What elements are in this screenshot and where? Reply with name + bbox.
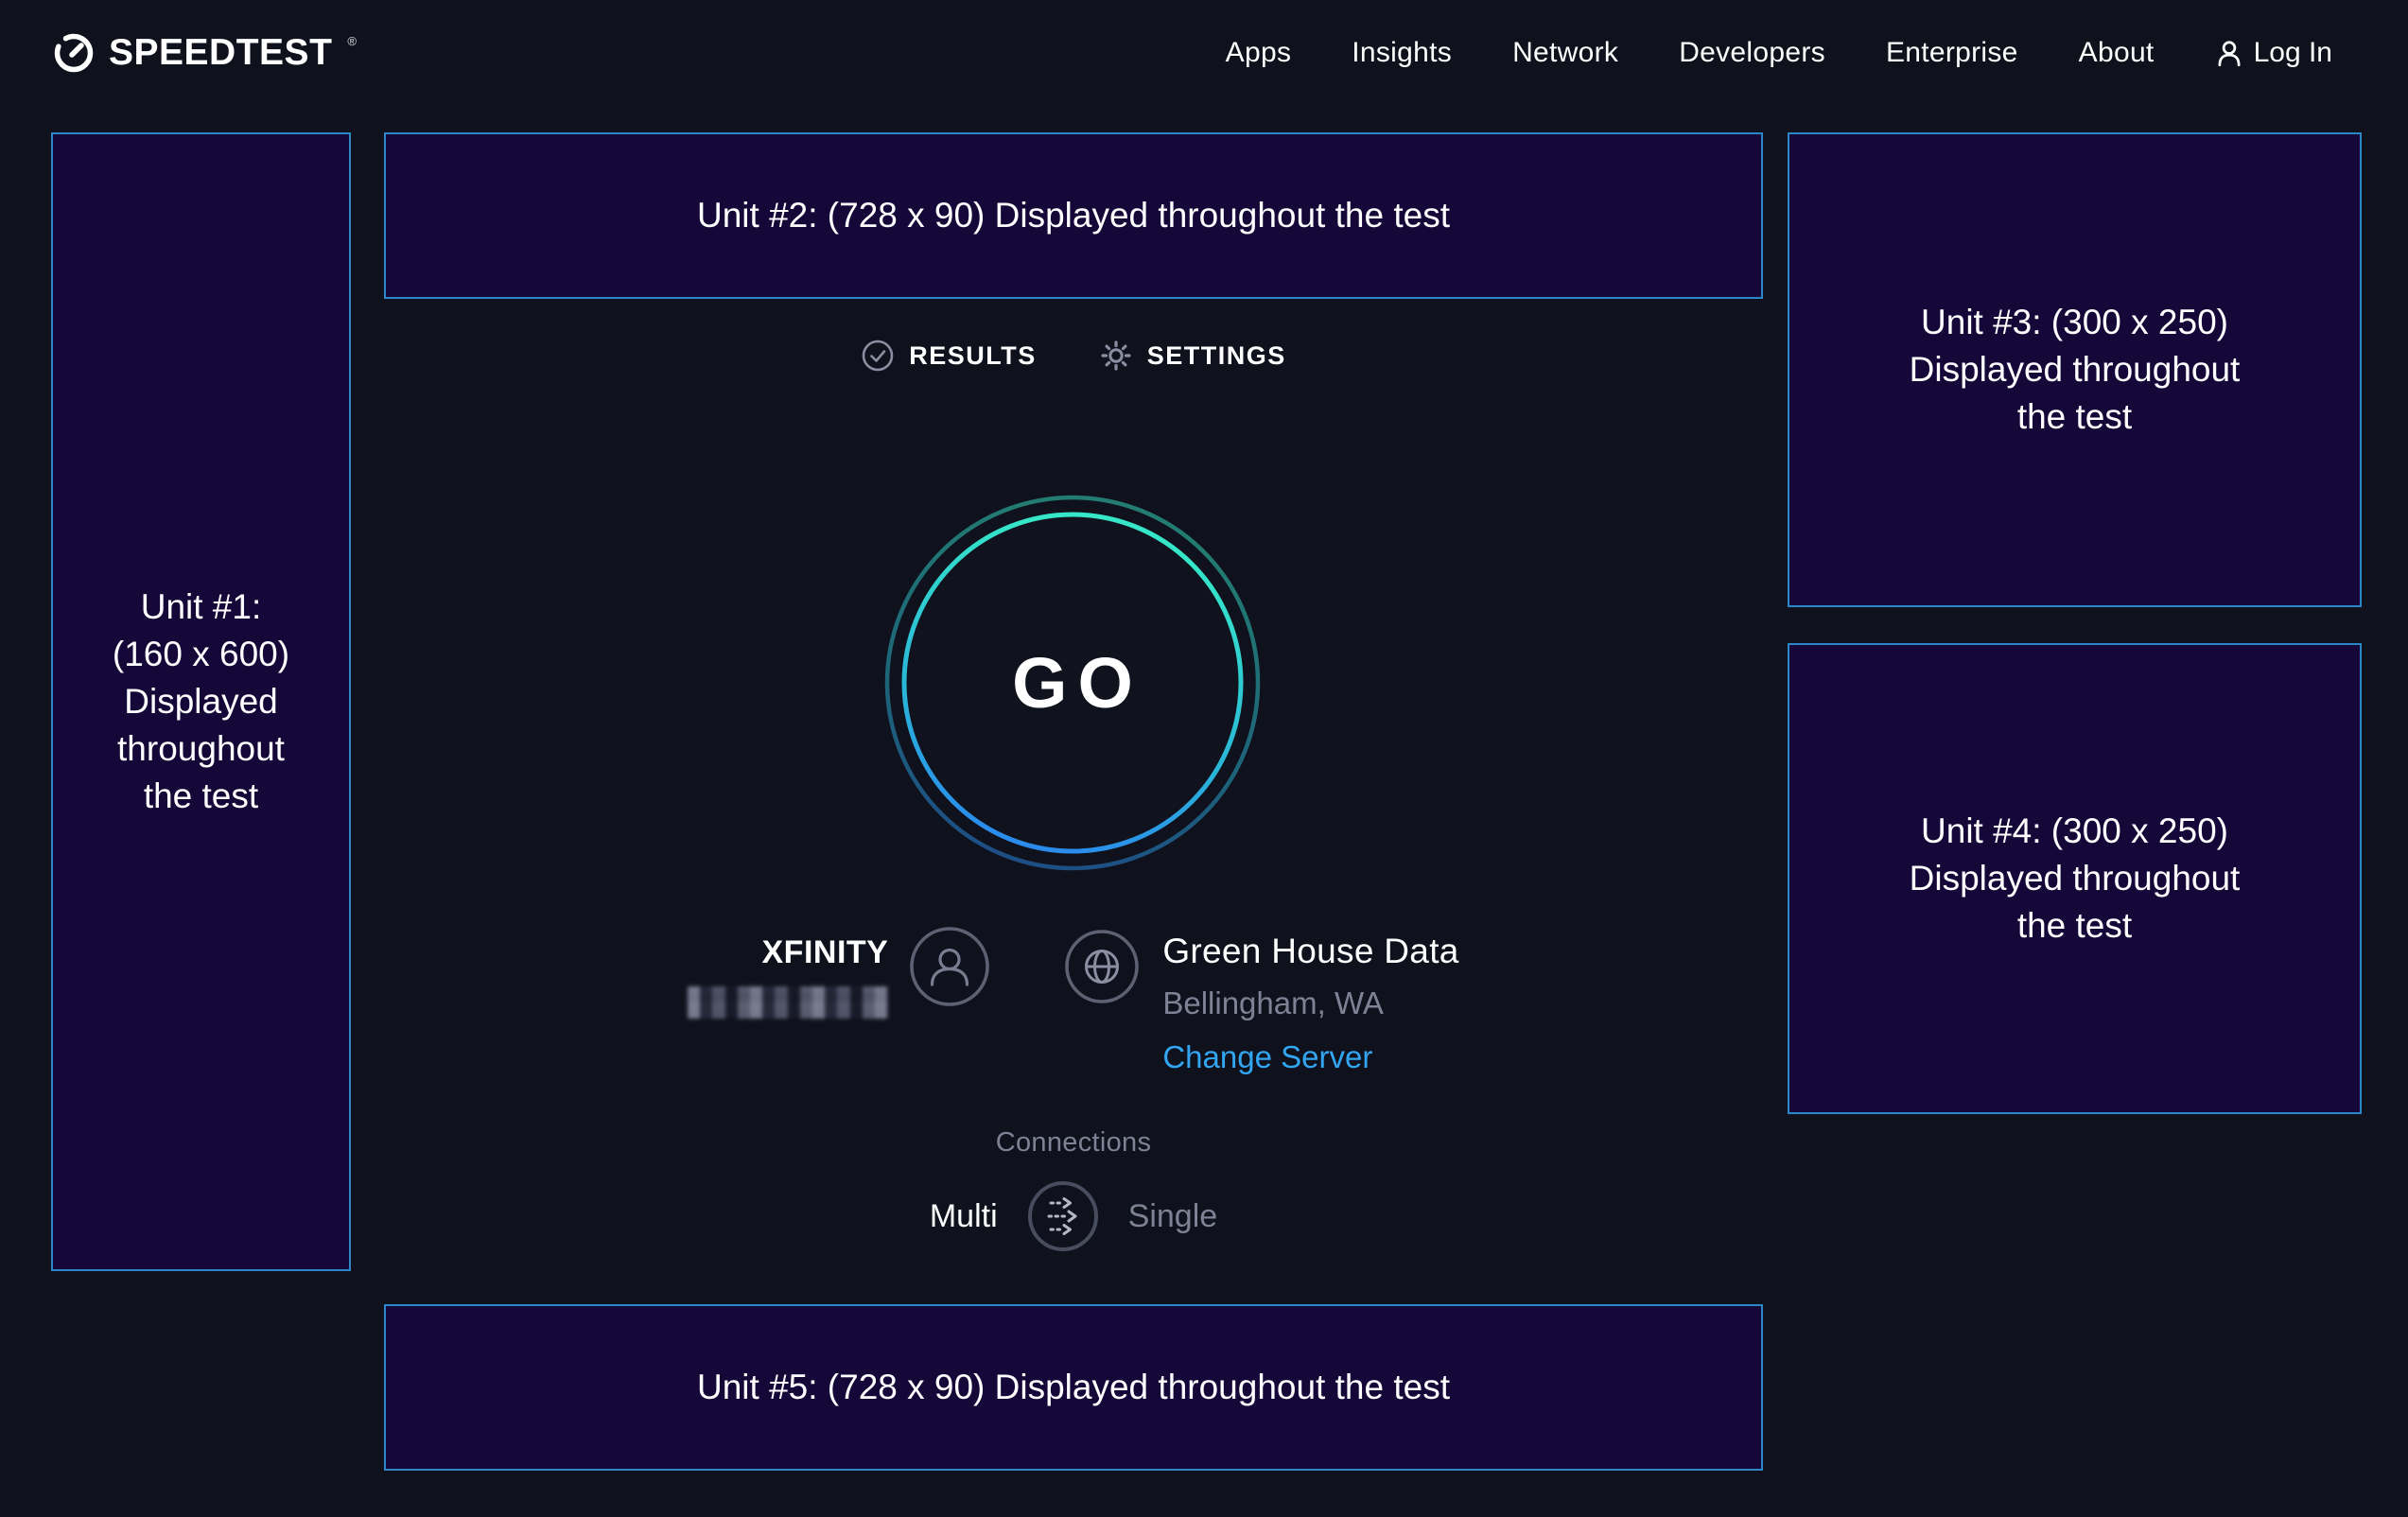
ip-address-redacted (688, 986, 888, 1019)
change-server-link[interactable]: Change Server (1162, 1039, 1458, 1075)
ad-line: Unit #4: (300 x 250) (1921, 808, 2228, 855)
login-label: Log In (2254, 37, 2332, 69)
ad-unit-2-leaderboard: Unit #2: (728 x 90) Displayed throughout… (384, 132, 1763, 299)
connections-row: Multi Single (384, 1179, 1763, 1253)
nav-item-enterprise[interactable]: Enterprise (1886, 37, 2018, 69)
user-icon (2215, 38, 2243, 68)
navbar: SPEEDTEST ® Apps Insights Network Develo… (0, 0, 2408, 106)
tab-settings[interactable]: SETTINGS (1099, 339, 1286, 373)
tab-settings-label: SETTINGS (1147, 341, 1286, 371)
gear-icon (1099, 339, 1133, 373)
logo-trademark: ® (347, 34, 357, 48)
ad-unit-3-rectangle: Unit #3: (300 x 250) Displayed throughou… (1788, 132, 2362, 607)
check-circle-icon (861, 339, 895, 373)
go-button[interactable]: GO (883, 494, 1262, 872)
ad-unit-1-skyscraper: Unit #1: (160 x 600) Displayed throughou… (51, 132, 351, 1271)
test-meta: XFINITY Green House Data Bellingham, WA … (384, 922, 1763, 1075)
ad-unit-4-rectangle: Unit #4: (300 x 250) Displayed throughou… (1788, 643, 2362, 1114)
logo-text: SPEEDTEST (109, 32, 332, 74)
connections-multi-option[interactable]: Multi (930, 1198, 998, 1235)
ad-line: Displayed (124, 678, 277, 725)
ad-line: Displayed throughout (1910, 346, 2241, 393)
connections-section: Connections Multi Single (384, 1127, 1763, 1253)
speedtest-page: SPEEDTEST ® Apps Insights Network Develo… (0, 0, 2408, 1517)
ad-line: Unit #1: (141, 584, 262, 631)
server-name: Green House Data (1162, 932, 1458, 971)
isp-user-icon (909, 926, 990, 1007)
nav-item-network[interactable]: Network (1512, 37, 1618, 69)
server-location: Bellingham, WA (1162, 985, 1458, 1021)
nav-item-developers[interactable]: Developers (1679, 37, 1825, 69)
tab-bar: RESULTS SETTINGS (384, 339, 1763, 373)
globe-icon (1064, 929, 1140, 1004)
ad-line: Unit #3: (300 x 250) (1921, 299, 2228, 346)
ad-line: Unit #5: (728 x 90) Displayed throughout… (697, 1364, 1450, 1411)
nav-item-insights[interactable]: Insights (1352, 37, 1452, 69)
ad-line: (160 x 600) (113, 631, 289, 678)
main-nav: Apps Insights Network Developers Enterpr… (1226, 37, 2332, 69)
ad-line: the test (144, 773, 258, 820)
speedtest-gauge-icon (52, 31, 96, 75)
connections-label: Connections (384, 1127, 1763, 1159)
logo[interactable]: SPEEDTEST ® (52, 31, 357, 75)
ad-unit-5-leaderboard: Unit #5: (728 x 90) Displayed throughout… (384, 1304, 1763, 1471)
ad-line: Displayed throughout (1910, 855, 2241, 902)
server-block: Green House Data Bellingham, WA Change S… (1064, 922, 1458, 1075)
tab-results-label: RESULTS (909, 341, 1037, 371)
server-info: Green House Data Bellingham, WA Change S… (1162, 922, 1458, 1075)
host-block: XFINITY (688, 922, 990, 1075)
nav-item-apps[interactable]: Apps (1226, 37, 1292, 69)
tab-results[interactable]: RESULTS (861, 339, 1037, 373)
ad-line: the test (2017, 393, 2132, 441)
ad-line: Unit #2: (728 x 90) Displayed throughout… (697, 192, 1450, 239)
ad-line: the test (2017, 902, 2132, 950)
go-label: GO (883, 494, 1262, 872)
connections-toggle[interactable] (1026, 1179, 1100, 1253)
multi-connections-icon (1026, 1179, 1100, 1253)
nav-item-about[interactable]: About (2079, 37, 2155, 69)
isp-name: XFINITY (688, 933, 888, 971)
connections-single-option[interactable]: Single (1128, 1198, 1218, 1235)
host-info: XFINITY (688, 922, 888, 1019)
ad-line: throughout (117, 725, 285, 773)
login-button[interactable]: Log In (2215, 37, 2332, 69)
